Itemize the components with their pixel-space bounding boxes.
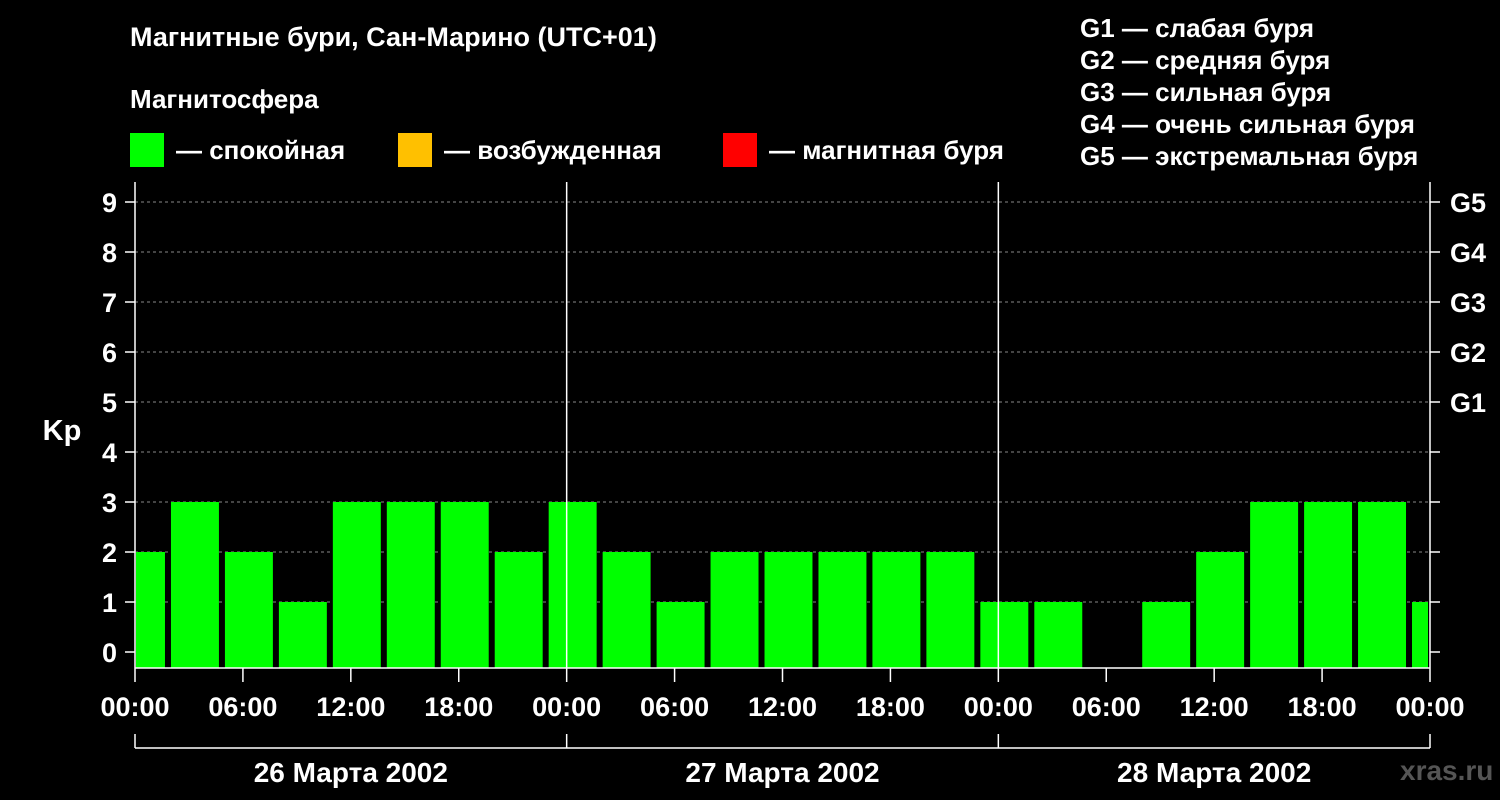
watermark: xras.ru: [1400, 755, 1494, 786]
kp-bar: [710, 552, 759, 668]
y-tick-label: 1: [102, 588, 117, 618]
kp-bar: [1142, 602, 1191, 668]
x-tick-label: 12:00: [1180, 692, 1249, 722]
g-tick-label: G4: [1450, 238, 1486, 268]
kp-bar: [872, 552, 921, 668]
y-tick-label: 5: [102, 388, 117, 418]
kp-bar: [1034, 602, 1083, 668]
kp-bar: [764, 552, 813, 668]
day-label: 26 Марта 2002: [254, 757, 448, 788]
kp-bar: [386, 502, 435, 668]
x-tick-label: 18:00: [1288, 692, 1357, 722]
kp-bar: [1412, 602, 1428, 668]
kp-bar: [818, 552, 867, 668]
x-tick-label: 00:00: [100, 692, 169, 722]
kp-bar: [278, 602, 327, 668]
x-tick-label: 12:00: [748, 692, 817, 722]
y-tick-label: 0: [102, 638, 117, 668]
x-tick-label: 18:00: [856, 692, 925, 722]
x-tick-label: 00:00: [1395, 692, 1464, 722]
x-tick-label: 00:00: [532, 692, 601, 722]
x-tick-label: 00:00: [964, 692, 1033, 722]
kp-bar: [656, 602, 705, 668]
y-axis-label: Kp: [43, 415, 82, 447]
kp-bar: [1196, 552, 1245, 668]
y-tick-label: 2: [102, 538, 117, 568]
y-tick-label: 3: [102, 488, 117, 518]
x-tick-label: 06:00: [640, 692, 709, 722]
g-tick-label: G3: [1450, 288, 1486, 318]
kp-chart: 0 1 2 3 4 5 6 7 8 9 G1 G2 G3 G4 G5 Kp 00:00 06:00 12:00 18:…: [43, 182, 1486, 788]
g-tick-label: G2: [1450, 338, 1486, 368]
day-label: 28 Марта 2002: [1117, 757, 1311, 788]
kp-bar: [1304, 502, 1353, 668]
y-tick-label: 7: [102, 288, 117, 318]
x-tick-label: 06:00: [208, 692, 277, 722]
kp-bar: [224, 552, 273, 668]
y-tick-label: 4: [102, 438, 117, 468]
x-tick-label: 06:00: [1072, 692, 1141, 722]
kp-bar: [332, 502, 381, 668]
x-tick-label: 12:00: [316, 692, 385, 722]
kp-bar: [440, 502, 489, 668]
kp-bar: [602, 552, 651, 668]
y-tick-label: 9: [102, 188, 117, 218]
g-tick-label: G5: [1450, 188, 1486, 218]
kp-bar: [136, 552, 165, 668]
x-tick-label: 18:00: [424, 692, 493, 722]
g-tick-label: G1: [1450, 388, 1486, 418]
kp-bar: [980, 602, 1029, 668]
y-tick-label: 6: [102, 338, 117, 368]
day-label: 27 Марта 2002: [685, 757, 879, 788]
kp-bar: [926, 552, 975, 668]
kp-bar: [1250, 502, 1299, 668]
y-tick-label: 8: [102, 238, 117, 268]
kp-bar: [494, 552, 543, 668]
kp-bar: [1358, 502, 1407, 668]
kp-bar: [170, 502, 219, 668]
kp-bar: [548, 502, 597, 668]
